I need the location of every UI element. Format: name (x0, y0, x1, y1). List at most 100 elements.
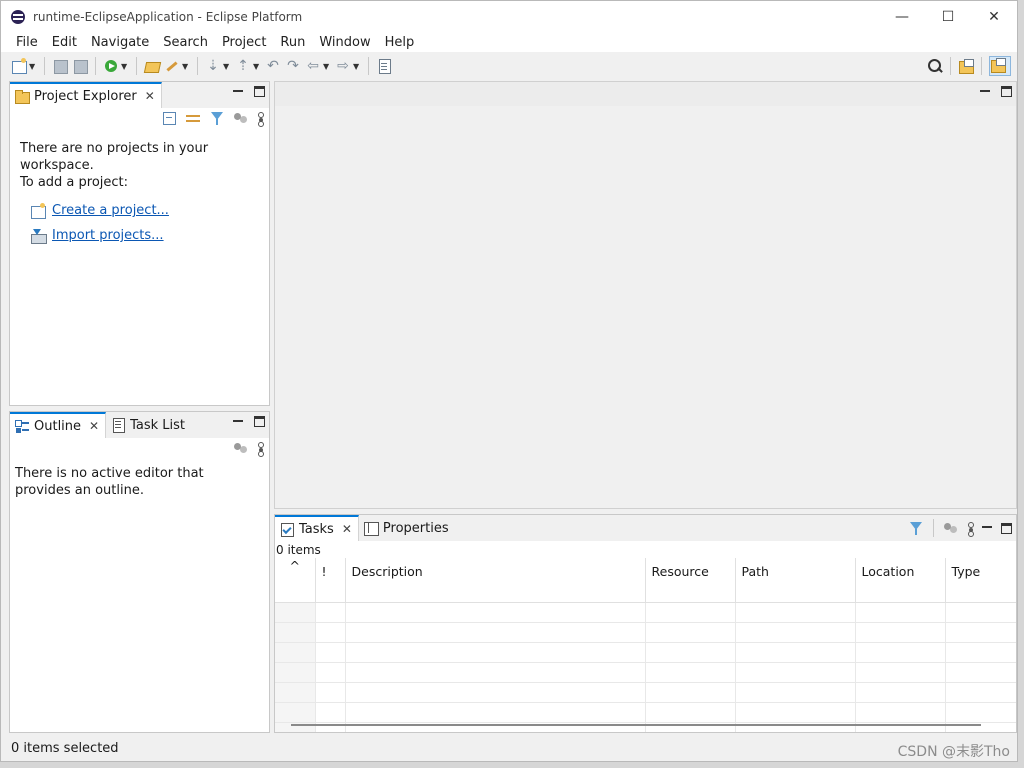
column-header-type[interactable]: Type (945, 558, 1016, 603)
link-with-editor-icon[interactable] (185, 110, 201, 126)
maximize-view-icon[interactable] (254, 86, 265, 97)
back-dropdown-icon[interactable]: ▼ (323, 62, 331, 71)
menu-search[interactable]: Search (156, 35, 215, 50)
eclipse-logo-icon (11, 9, 25, 24)
resource-perspective-icon[interactable] (989, 56, 1011, 76)
pin-editor-icon[interactable] (376, 58, 392, 74)
menu-window[interactable]: Window (312, 35, 377, 50)
menu-help[interactable]: Help (378, 35, 422, 50)
close-icon[interactable]: ✕ (342, 522, 352, 536)
minimize-view-icon[interactable] (979, 86, 991, 98)
focus-on-active-task-icon[interactable] (943, 520, 959, 536)
run-icon[interactable] (103, 58, 119, 74)
back-icon[interactable]: ⇦ (305, 58, 321, 74)
horizontal-scrollbar[interactable] (291, 724, 981, 726)
next-annotation-dropdown-icon[interactable]: ▼ (223, 62, 231, 71)
maximize-view-icon[interactable] (254, 416, 265, 427)
open-perspective-icon[interactable] (958, 58, 974, 74)
menu-navigate[interactable]: Navigate (84, 35, 156, 50)
close-icon[interactable]: ✕ (89, 419, 99, 433)
maximize-view-icon[interactable] (1001, 86, 1012, 97)
no-projects-text: There are no projects in your workspace. (20, 141, 209, 173)
tab-tasks[interactable]: Tasks ✕ (275, 515, 359, 541)
tasks-item-count: 0 items (276, 543, 321, 557)
search-icon[interactable] (927, 58, 943, 74)
project-explorer-view-toolbar (161, 110, 264, 127)
window-title: runtime-EclipseApplication - Eclipse Pla… (33, 9, 303, 24)
minimize-button[interactable]: — (879, 1, 925, 32)
new-icon[interactable] (11, 58, 27, 74)
collapse-all-icon[interactable] (161, 110, 177, 126)
filter-icon[interactable] (908, 520, 924, 536)
previous-annotation-dropdown-icon[interactable]: ▼ (253, 62, 261, 71)
menu-edit[interactable]: Edit (45, 35, 84, 50)
import-projects-icon (30, 228, 47, 244)
table-row (275, 662, 1016, 683)
view-menu-icon[interactable] (967, 520, 974, 537)
close-window-button[interactable]: ✕ (971, 1, 1017, 32)
menu-run[interactable]: Run (273, 35, 312, 50)
outline-controls (232, 416, 265, 428)
column-header-resource[interactable]: Resource (645, 558, 736, 603)
menu-file[interactable]: File (9, 35, 45, 50)
forward-dropdown-icon[interactable]: ▼ (353, 62, 361, 71)
table-row (275, 702, 1016, 723)
tools-dropdown-icon[interactable]: ▼ (182, 62, 190, 71)
tab-properties[interactable]: Properties (359, 515, 455, 541)
previous-annotation-icon[interactable]: ⇡ (235, 58, 251, 74)
toolbar-separator (95, 57, 96, 75)
properties-tab-label: Properties (382, 520, 449, 536)
project-explorer-tabbar: Project Explorer ✕ (10, 82, 269, 108)
last-edit-location-icon[interactable]: ↶ (265, 58, 281, 74)
column-header-location[interactable]: Location (855, 558, 946, 603)
run-dropdown-icon[interactable]: ▼ (121, 62, 129, 71)
tasks-tabbar: Tasks ✕ Properties (275, 515, 1016, 541)
toolbar-separator (950, 57, 951, 75)
column-header-priority[interactable]: ! (315, 558, 346, 603)
import-projects-link[interactable]: Import projects... (52, 227, 164, 244)
view-menu-icon[interactable] (257, 110, 264, 127)
toolbar-separator (981, 57, 982, 75)
save-icon[interactable] (52, 58, 68, 74)
table-row (275, 602, 1016, 623)
focus-on-active-task-icon[interactable] (233, 110, 249, 126)
column-header-description[interactable]: Description (345, 558, 646, 603)
editor-area (274, 81, 1017, 509)
forward-icon[interactable]: ⇨ (335, 58, 351, 74)
title-bar: runtime-EclipseApplication - Eclipse Pla… (1, 1, 1017, 32)
status-selection-text: 0 items selected (11, 740, 119, 756)
tasks-table: ^ ! Description Resource Path Location T… (275, 558, 1016, 732)
save-all-icon[interactable] (72, 58, 88, 74)
next-annotation-icon[interactable]: ⇣ (205, 58, 221, 74)
eclipse-window: runtime-EclipseApplication - Eclipse Pla… (0, 0, 1018, 762)
tab-outline[interactable]: Outline ✕ (10, 412, 107, 438)
external-tools-icon[interactable] (164, 58, 180, 74)
toolbar-separator (44, 57, 45, 75)
editor-controls (979, 86, 1012, 98)
menu-bar: File Edit Navigate Search Project Run Wi… (1, 32, 1017, 52)
menu-project[interactable]: Project (215, 35, 273, 50)
column-header-path[interactable]: Path (735, 558, 856, 603)
maximize-button[interactable]: ☐ (925, 1, 971, 32)
table-header-row: ^ ! Description Resource Path Location T… (275, 558, 1016, 603)
forward-edit-icon[interactable]: ↷ (285, 58, 301, 74)
tab-task-list[interactable]: Task List (106, 412, 191, 438)
outline-tab-label: Outline (34, 418, 82, 434)
view-menu-icon[interactable] (257, 440, 264, 457)
filter-icon[interactable] (209, 110, 225, 126)
tab-project-explorer[interactable]: Project Explorer ✕ (10, 82, 162, 108)
column-header-completed[interactable]: ^ (275, 558, 316, 603)
maximize-view-icon[interactable] (1001, 522, 1012, 534)
new-dropdown-icon[interactable]: ▼ (29, 62, 37, 71)
minimize-view-icon[interactable] (981, 522, 993, 534)
minimize-view-icon[interactable] (232, 416, 244, 428)
create-project-link[interactable]: Create a project... (52, 202, 169, 219)
toolbar-separator (368, 57, 369, 75)
tasks-icon (279, 521, 295, 537)
open-folder-icon[interactable] (144, 58, 160, 74)
focus-on-active-task-icon[interactable] (233, 440, 249, 456)
minimize-view-icon[interactable] (232, 86, 244, 98)
outline-view-toolbar (233, 440, 264, 457)
create-project-icon (30, 202, 46, 219)
close-icon[interactable]: ✕ (145, 89, 155, 103)
